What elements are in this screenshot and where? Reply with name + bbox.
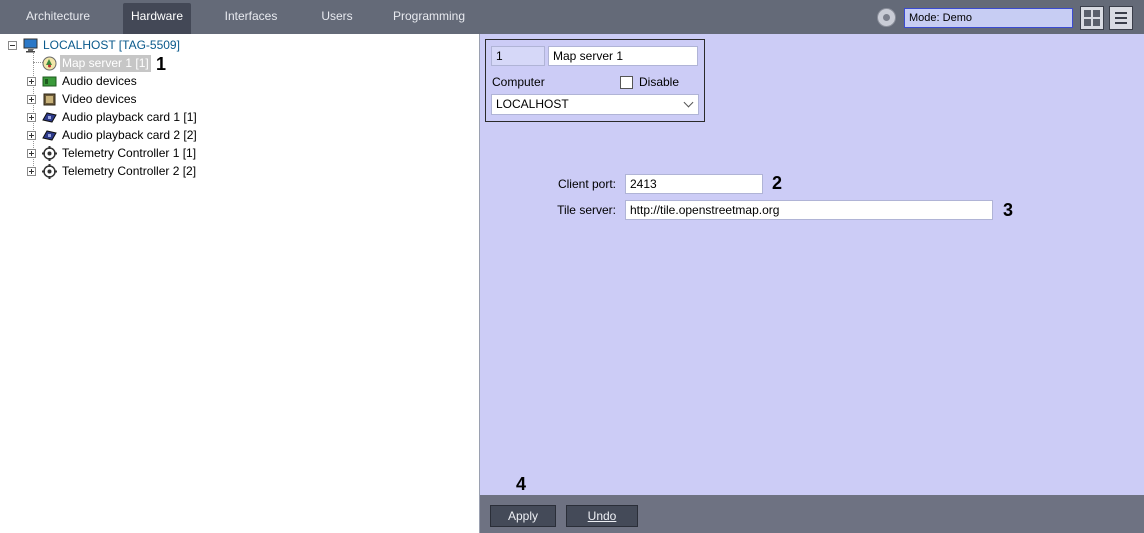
tab-programming[interactable]: Programming (388, 3, 470, 34)
expand-icon[interactable] (27, 77, 36, 86)
tree-item-video-devices[interactable]: Video devices (27, 91, 157, 108)
tree-item-audio-card-1[interactable]: Audio playback card 1 [1] (27, 109, 227, 126)
tab-users[interactable]: Users (312, 3, 362, 34)
chevron-down-icon (683, 97, 694, 108)
grid-layout-icon (1084, 10, 1091, 17)
settings-panel: 1 Map server 1 Computer Disable LOCALHOS… (480, 34, 1144, 495)
action-bar: Apply Undo (480, 495, 1144, 533)
top-nav-bar: Architecture Hardware Interfaces Users P… (0, 0, 1144, 34)
grid-layout-icon-cell (1093, 10, 1100, 17)
map-server-icon (42, 56, 57, 71)
tree-root[interactable]: LOCALHOST [TAG-5509] (8, 37, 208, 54)
grid-layout-icon-cell (1084, 19, 1091, 26)
tree-item-label: Telemetry Controller 1 [1] (62, 146, 197, 160)
apply-button[interactable]: Apply (490, 505, 556, 527)
tree-item-telemetry-2[interactable]: Telemetry Controller 2 [2] (27, 163, 227, 180)
expand-icon[interactable] (27, 167, 36, 176)
hardware-tree: LOCALHOST [TAG-5509] Map server 1 [1] Au… (0, 34, 480, 533)
undo-button[interactable]: Undo (566, 505, 638, 527)
disable-label: Disable (639, 75, 680, 89)
tile-server-label: Tile server: (557, 203, 616, 217)
tree-item-audio-card-2[interactable]: Audio playback card 2 [2] (27, 127, 227, 144)
collapse-icon[interactable] (8, 41, 17, 50)
telemetry-icon (42, 164, 57, 179)
tree-item-label: Audio playback card 2 [2] (62, 128, 197, 142)
menu-icon (1115, 12, 1127, 14)
tree-item-label: Telemetry Controller 2 [2] (62, 164, 197, 178)
tree-item-label: Audio playback card 1 [1] (62, 110, 197, 124)
video-devices-icon (43, 93, 56, 106)
callout-1: 1 (156, 54, 167, 74)
tab-hardware[interactable]: Hardware (123, 3, 191, 34)
tile-server-input[interactable]: http://tile.openstreetmap.org (625, 200, 993, 220)
tree-root-label: LOCALHOST [TAG-5509] (43, 38, 180, 52)
callout-4: 4 (516, 474, 527, 494)
expand-icon[interactable] (27, 95, 36, 104)
computer-label: Computer (492, 75, 545, 89)
computer-select[interactable]: LOCALHOST (491, 94, 699, 115)
menu-button[interactable] (1109, 6, 1133, 30)
settings-icon[interactable] (877, 8, 896, 27)
tree-item-label: Audio devices (62, 74, 137, 88)
expand-icon[interactable] (27, 149, 36, 158)
computer-icon (23, 38, 38, 53)
telemetry-icon (42, 146, 57, 161)
disable-checkbox[interactable] (620, 76, 633, 89)
client-port-label: Client port: (557, 177, 616, 191)
tree-item-map-server[interactable]: Map server 1 [1] (27, 55, 157, 72)
tab-architecture[interactable]: Architecture (14, 3, 102, 34)
object-identity-box: 1 Map server 1 Computer Disable LOCALHOS… (485, 39, 705, 122)
menu-icon-line (1115, 22, 1127, 24)
client-port-input[interactable]: 2413 (625, 174, 763, 194)
menu-icon-line (1115, 17, 1127, 19)
object-name-field[interactable]: Map server 1 (548, 46, 698, 66)
expand-icon[interactable] (27, 113, 36, 122)
callout-3: 3 (1003, 200, 1014, 220)
audio-card-icon (42, 112, 57, 123)
object-id-field[interactable]: 1 (491, 46, 545, 66)
expand-icon[interactable] (27, 131, 36, 140)
computer-select-value: LOCALHOST (496, 97, 569, 111)
tree-item-label: Video devices (62, 92, 137, 106)
grid-layout-icon-cell (1093, 19, 1100, 26)
tree-item-telemetry-1[interactable]: Telemetry Controller 1 [1] (27, 145, 227, 162)
mode-indicator[interactable]: Mode: Demo (904, 8, 1073, 28)
grid-layout-button[interactable] (1080, 6, 1104, 30)
tree-item-label: Map server 1 [1] (60, 55, 151, 72)
tree-item-audio-devices[interactable]: Audio devices (27, 73, 157, 90)
audio-card-icon (42, 130, 57, 141)
callout-2: 2 (772, 173, 783, 193)
tab-interfaces[interactable]: Interfaces (215, 3, 287, 34)
audio-devices-icon (42, 76, 57, 87)
